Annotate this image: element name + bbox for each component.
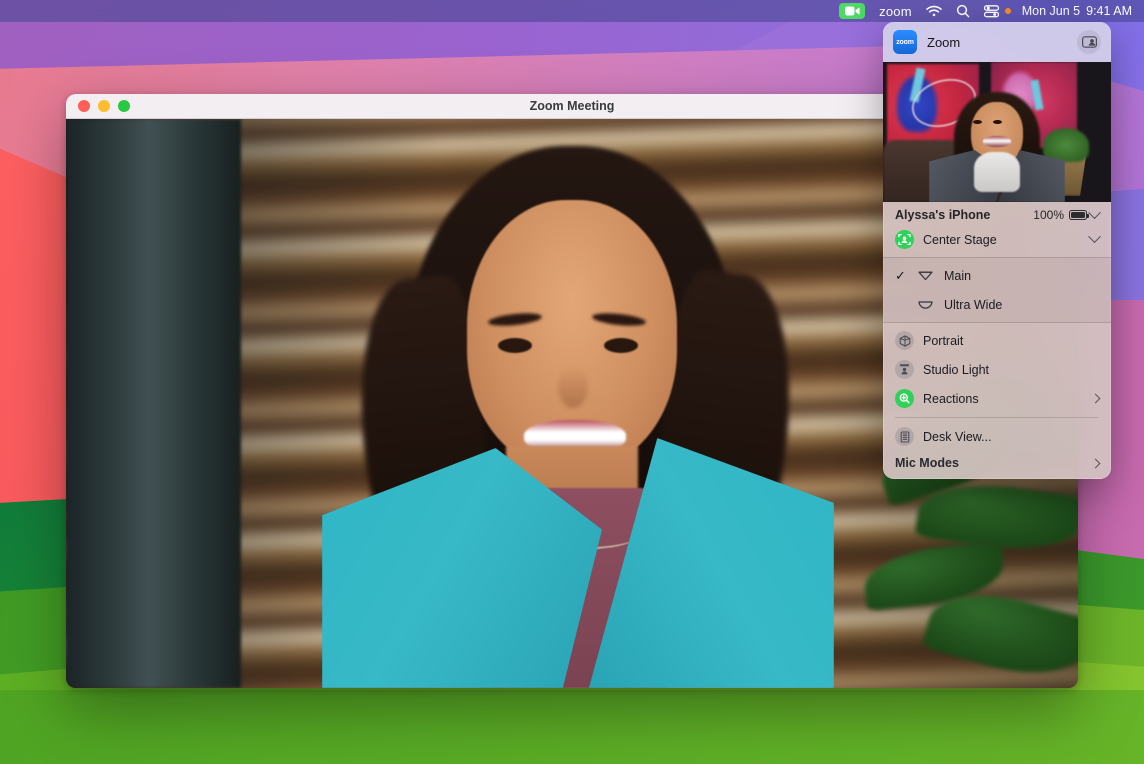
macos-menu-bar[interactable]: zoom Mon Jun 5 9:41 AM — [0, 0, 1144, 22]
center-stage-icon — [895, 230, 914, 249]
wifi-icon[interactable] — [919, 0, 949, 22]
battery-full-icon — [1069, 210, 1087, 220]
meeting-participant-video — [292, 128, 852, 688]
chevron-down-icon[interactable] — [1088, 206, 1101, 219]
chevron-down-icon[interactable] — [1088, 230, 1101, 243]
center-stage-label: Center Stage — [923, 233, 1081, 247]
desk-view-icon — [895, 427, 914, 446]
chevron-right-icon[interactable] — [1091, 394, 1101, 404]
video-camera-status-icon[interactable] — [832, 0, 872, 22]
portrait-icon — [895, 331, 914, 350]
wallpaper-band-green-bottom — [0, 690, 1144, 764]
lens-section: ✓ Main ✓ Ultra Wide — [883, 257, 1111, 323]
checkmark-icon: ✓ — [895, 269, 907, 282]
menu-item-mic-modes[interactable]: Mic Modes — [883, 451, 1111, 479]
desk-view-label: Desk View... — [923, 430, 1099, 444]
menu-app-header[interactable]: zoom Zoom — [883, 22, 1111, 62]
ultra-wide-lens-label: Ultra Wide — [944, 298, 1099, 312]
menu-bar-clock[interactable]: Mon Jun 5 9:41 AM — [1016, 4, 1136, 18]
reactions-icon — [895, 389, 914, 408]
mic-modes-label: Mic Modes — [895, 456, 1092, 470]
menu-item-center-stage[interactable]: Center Stage — [883, 225, 1111, 254]
camera-preview — [883, 62, 1111, 202]
studio-light-label: Studio Light — [923, 363, 1099, 377]
ultra-wide-lens-icon — [916, 295, 935, 314]
traffic-lights[interactable] — [66, 100, 130, 112]
device-row[interactable]: Alyssa's iPhone 100% — [883, 202, 1111, 225]
menu-divider — [895, 417, 1099, 418]
menu-app-name: Zoom — [927, 35, 1067, 50]
video-effects-menu[interactable]: zoom Zoom Alyssa's iPhone 100 — [883, 22, 1111, 479]
menu-divider — [883, 257, 1111, 258]
zoom-app-icon-label: zoom — [896, 39, 913, 46]
menu-item-main-lens[interactable]: ✓ Main — [883, 261, 1111, 290]
menu-item-ultra-wide-lens[interactable]: ✓ Ultra Wide — [883, 290, 1111, 319]
device-name: Alyssa's iPhone — [895, 208, 1033, 222]
portrait-label: Portrait — [923, 334, 1099, 348]
menu-bar-app-name[interactable]: zoom — [872, 0, 919, 22]
menu-item-studio-light[interactable]: Studio Light — [883, 355, 1111, 384]
clock-date: Mon Jun 5 — [1022, 4, 1080, 18]
clock-time: 9:41 AM — [1086, 4, 1132, 18]
menu-item-portrait[interactable]: Portrait — [883, 326, 1111, 355]
lens-icon — [916, 266, 935, 285]
menu-item-desk-view[interactable]: Desk View... — [883, 422, 1111, 451]
battery-percent: 100% — [1033, 208, 1064, 222]
zoom-app-icon: zoom — [893, 30, 917, 54]
search-icon[interactable] — [949, 0, 977, 22]
menu-bar-app-label: zoom — [879, 4, 912, 19]
menu-item-reactions[interactable]: Reactions — [883, 384, 1111, 413]
zoom-button[interactable] — [118, 100, 130, 112]
background-pillar — [66, 119, 241, 688]
main-lens-label: Main — [944, 269, 1099, 283]
recording-indicator-dot — [1002, 0, 1016, 22]
control-center-icon[interactable] — [977, 0, 1002, 22]
minimize-button[interactable] — [98, 100, 110, 112]
video-effects-button[interactable] — [1077, 30, 1101, 54]
chevron-right-icon[interactable] — [1091, 458, 1101, 468]
studio-light-icon — [895, 360, 914, 379]
menu-divider — [883, 322, 1111, 323]
close-button[interactable] — [78, 100, 90, 112]
reactions-label: Reactions — [923, 392, 1083, 406]
